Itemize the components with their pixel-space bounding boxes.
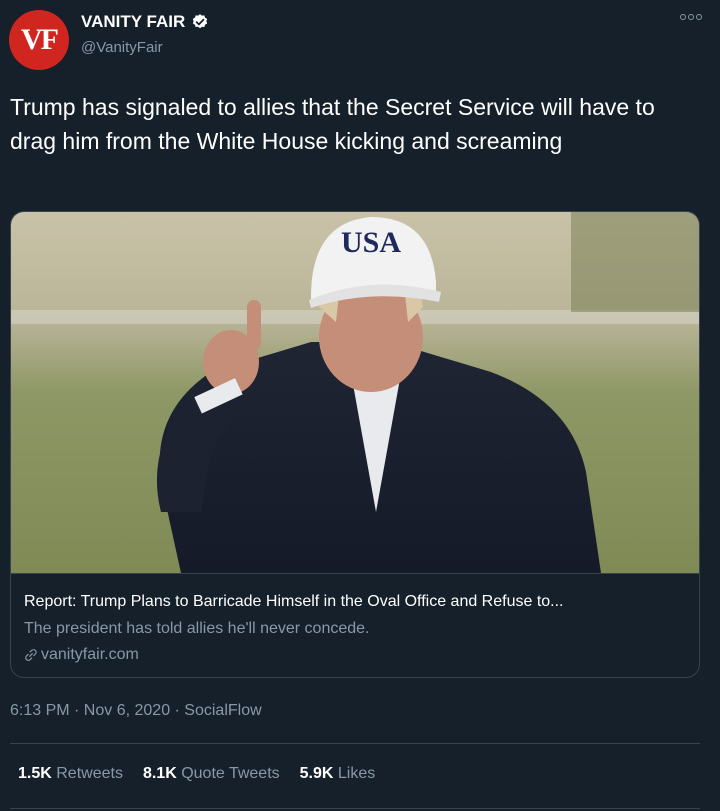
tweet: VF VANITY FAIR @VanityFair Trump has sig… [0,0,720,811]
likes-count: 5.9K [299,765,334,782]
account-name[interactable]: VANITY FAIR [81,12,185,32]
card-info: Report: Trump Plans to Barricade Himself… [11,573,699,677]
link-icon [25,649,37,661]
more-options-icon[interactable] [680,14,702,20]
retweets-count: 1.5K [18,765,52,782]
link-card[interactable]: USA Report: Trump Plans to Barricade Him… [10,211,700,678]
account-handle[interactable]: @VanityFair [81,39,163,56]
quote-tweets-count: 8.1K [142,765,177,782]
card-domain-text: vanityfair.com [41,646,139,663]
likes-stat[interactable]: 5.9K Likes [300,765,376,783]
avatar[interactable]: VF [9,10,69,70]
retweets-stat[interactable]: 1.5K Retweets [18,765,123,783]
retweets-label: Retweets [56,765,123,782]
account-name-row: VANITY FAIR [81,12,209,32]
quote-tweets-stat[interactable]: 8.1K Quote Tweets [143,765,280,783]
card-title: Report: Trump Plans to Barricade Himself… [24,593,564,610]
tweet-timestamp[interactable]: 6:13 PM · Nov 6, 2020 · SocialFlow [10,702,262,720]
avatar-logo-text: VF [21,23,59,56]
cap-text: USA [341,226,401,259]
divider [10,808,700,809]
quote-tweets-label: Quote Tweets [181,765,280,782]
likes-label: Likes [337,765,376,782]
article-photo: USA [11,212,699,573]
tweet-text: Trump has signaled to allies that the Se… [10,94,655,154]
verified-badge-icon [193,14,208,29]
card-description: The president has told allies he'll neve… [24,620,370,637]
engagement-stats: 1.5K Retweets 8.1K Quote Tweets 5.9K Lik… [18,765,375,783]
divider [10,743,700,744]
card-domain: vanityfair.com [24,646,139,664]
